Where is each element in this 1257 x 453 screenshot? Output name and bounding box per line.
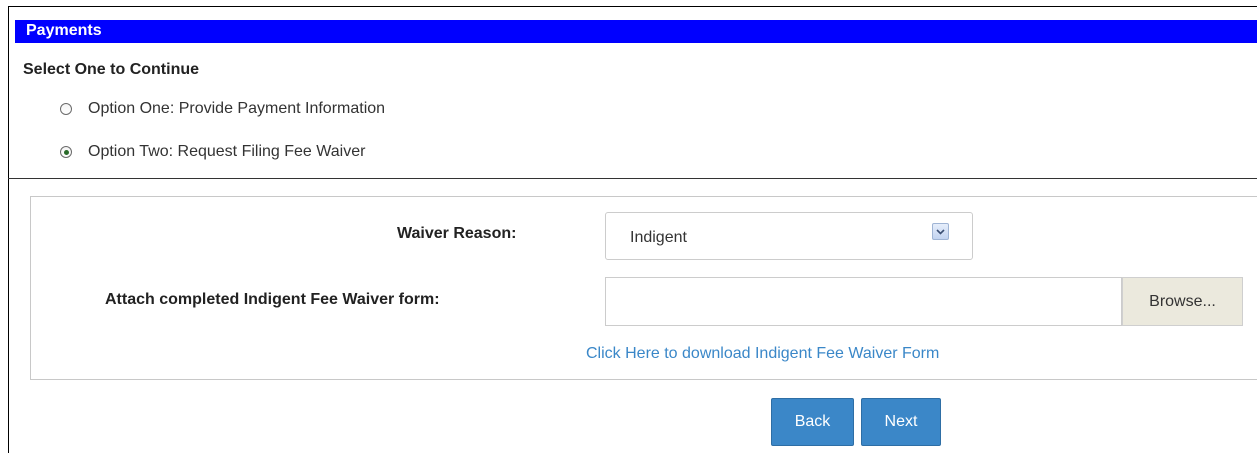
waiver-reason-select[interactable]: Indigent <box>605 212 973 260</box>
option-one-radio[interactable] <box>60 103 72 115</box>
frame-left-border <box>8 6 9 453</box>
payments-header-bar <box>15 20 1257 43</box>
option-one-radio-row[interactable]: Option One: Provide Payment Information <box>60 99 385 119</box>
option-two-radio-row[interactable]: Option Two: Request Filing Fee Waiver <box>60 142 365 162</box>
waiver-reason-value: Indigent <box>630 229 687 246</box>
option-two-radio[interactable] <box>60 146 72 158</box>
section-divider <box>8 178 1257 179</box>
option-one-label[interactable]: Option One: Provide Payment Information <box>88 100 385 118</box>
option-two-label[interactable]: Option Two: Request Filing Fee Waiver <box>88 143 365 161</box>
waiver-reason-label: Waiver Reason: <box>397 225 517 242</box>
next-button[interactable]: Next <box>861 398 941 446</box>
download-waiver-form-link[interactable]: Click Here to download Indigent Fee Waiv… <box>586 345 939 363</box>
browse-button[interactable]: Browse... <box>1122 277 1243 326</box>
select-one-heading: Select One to Continue <box>23 61 200 78</box>
attach-form-label: Attach completed Indigent Fee Waiver for… <box>105 291 440 308</box>
chevron-down-icon[interactable] <box>932 223 949 240</box>
back-button[interactable]: Back <box>771 398 854 446</box>
frame-top-border <box>8 6 1257 7</box>
file-path-field[interactable] <box>605 277 1122 326</box>
payments-header-title: Payments <box>26 22 102 39</box>
